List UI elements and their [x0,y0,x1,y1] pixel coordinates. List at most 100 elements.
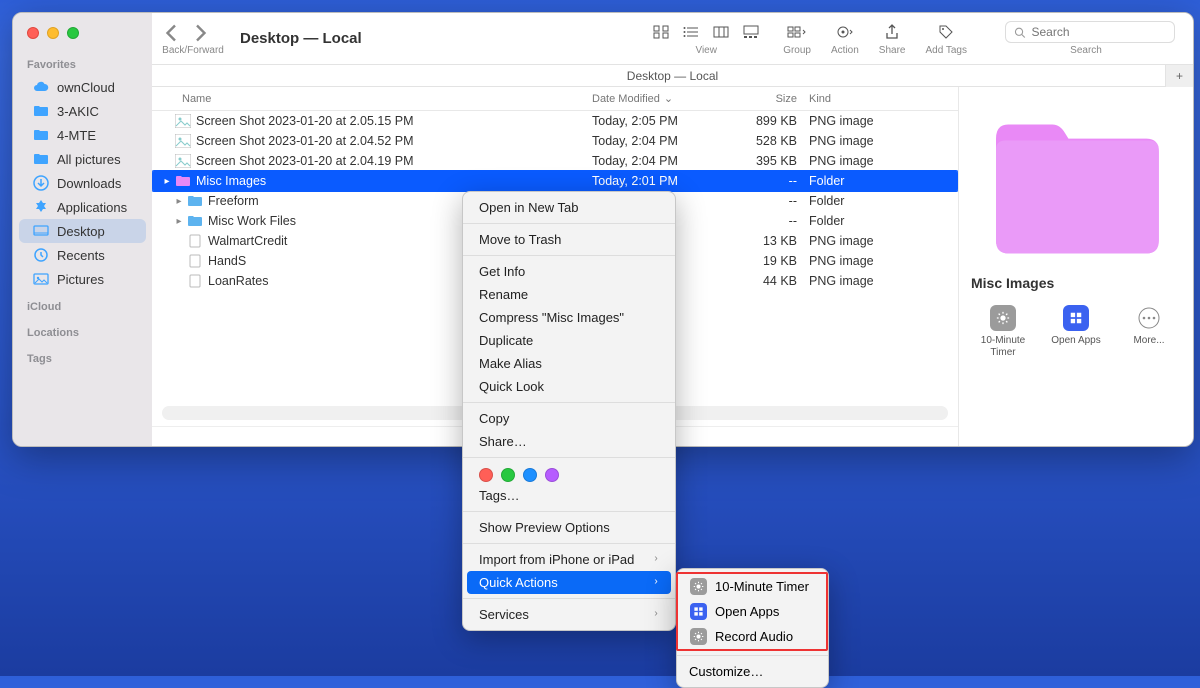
disclosure-triangle-icon[interactable]: ▸ [160,176,174,187]
gear-icon [690,578,707,595]
sidebar-item-applications[interactable]: Applications [19,195,146,219]
search-label: Search [1070,45,1102,56]
sidebar-item-label: 4-MTE [57,128,96,143]
cm-share[interactable]: Share… [463,430,675,453]
file-row[interactable]: ▸Screen Shot 2023-01-20 at 2.04.19 PMTod… [152,151,958,171]
tag-color-swatch[interactable] [545,468,559,482]
view-column-button[interactable] [709,21,733,43]
search-box[interactable] [1005,21,1175,43]
sidebar-section-tags: Tags [13,343,152,369]
file-row[interactable]: ▸Screen Shot 2023-01-20 at 2.04.52 PMTod… [152,131,958,151]
cm-duplicate[interactable]: Duplicate [463,329,675,352]
search-input[interactable] [1032,25,1167,39]
sidebar-item-label: Applications [57,200,127,215]
chevron-right-icon: › [653,577,659,588]
path-bar: Desktop — Local + [152,65,1193,87]
col-size-header[interactable]: Size [727,93,809,105]
back-button[interactable] [160,21,184,45]
sidebar-item-label: Pictures [57,272,104,287]
tags-button[interactable] [934,21,958,43]
cm-services[interactable]: Services› [463,603,675,626]
sidebar-item-3-akic[interactable]: 3-AKIC [19,99,146,123]
action-button[interactable] [833,21,857,43]
file-icon [174,113,192,129]
view-icon-button[interactable] [649,21,673,43]
file-kind: Folder [809,214,958,228]
qa-more[interactable]: More... [1119,305,1179,359]
tag-color-swatch[interactable] [523,468,537,482]
minimize-window-button[interactable] [47,27,59,39]
cm-rename[interactable]: Rename [463,283,675,306]
zoom-window-button[interactable] [67,27,79,39]
cm-open-new-tab[interactable]: Open in New Tab [463,196,675,219]
file-date: Today, 2:04 PM [592,154,727,168]
cm-quick-look[interactable]: Quick Look [463,375,675,398]
file-size: 13 KB [727,234,809,248]
sidebar-section-icloud: iCloud [13,291,152,317]
cm-import-iphone[interactable]: Import from iPhone or iPad› [463,548,675,571]
sidebar-item-label: All pictures [57,152,121,167]
preview-quick-actions: 10-Minute Timer Open Apps More... [969,305,1183,359]
file-kind: PNG image [809,134,958,148]
file-icon [186,213,204,229]
cm-move-to-trash[interactable]: Move to Trash [463,228,675,251]
close-window-button[interactable] [27,27,39,39]
cm-quick-actions[interactable]: Quick Actions› [467,571,671,594]
sidebar-item-all-pictures[interactable]: All pictures [19,147,146,171]
file-size: 395 KB [727,154,809,168]
disclosure-triangle-icon[interactable]: ▸ [172,196,186,207]
file-icon [186,233,204,249]
file-date: Today, 2:01 PM [592,174,727,188]
col-kind-header[interactable]: Kind [809,93,958,105]
sm-10-minute-timer[interactable]: 10-Minute Timer [678,574,826,599]
file-name: Screen Shot 2023-01-20 at 2.05.15 PM [196,114,592,128]
sidebar-item-recents[interactable]: Recents [19,243,146,267]
share-button[interactable] [880,21,904,43]
group-button[interactable] [785,21,809,43]
tags-label: Add Tags [925,45,967,56]
cm-preview-options[interactable]: Show Preview Options [463,516,675,539]
cm-make-alias[interactable]: Make Alias [463,352,675,375]
sidebar-item-4-mte[interactable]: 4-MTE [19,123,146,147]
forward-button[interactable] [188,21,212,45]
traffic-lights [13,21,152,49]
sidebar-item-owncloud[interactable]: ownCloud [19,75,146,99]
qa-open-apps[interactable]: Open Apps [1046,305,1106,359]
tag-color-swatch[interactable] [501,468,515,482]
cm-sep [463,255,675,256]
context-menu: Open in New Tab Move to Trash Get Info R… [462,191,676,631]
cm-sep [463,402,675,403]
view-list-button[interactable] [679,21,703,43]
tag-color-swatch[interactable] [479,468,493,482]
file-kind: Folder [809,174,958,188]
disclosure-triangle-icon[interactable]: ▸ [172,216,186,227]
nav-label: Back/Forward [162,45,224,56]
view-gallery-button[interactable] [739,21,763,43]
qa-timer[interactable]: 10-Minute Timer [973,305,1033,359]
sidebar-item-downloads[interactable]: Downloads [19,171,146,195]
cm-tags[interactable]: Tags… [463,484,675,507]
file-kind: PNG image [809,114,958,128]
cm-get-info[interactable]: Get Info [463,260,675,283]
sm-customize[interactable]: Customize… [677,660,828,683]
share-label: Share [879,45,906,56]
action-label: Action [831,45,859,56]
cm-copy[interactable]: Copy [463,407,675,430]
sm-record-audio[interactable]: Record Audio [678,624,826,649]
cm-compress[interactable]: Compress "Misc Images" [463,306,675,329]
folder-icon [33,103,49,119]
sidebar-item-pictures[interactable]: Pictures [19,267,146,291]
sidebar-item-desktop[interactable]: Desktop [19,219,146,243]
file-icon [174,173,192,189]
file-kind: PNG image [809,154,958,168]
col-name-header[interactable]: Name [182,93,592,105]
new-tab-button[interactable]: + [1165,65,1193,87]
sm-open-apps[interactable]: Open Apps [678,599,826,624]
search-icon [1014,26,1026,39]
col-date-header[interactable]: Date Modified⌄ [592,92,727,106]
path-text: Desktop — Local [627,69,718,83]
file-row[interactable]: ▸Misc ImagesToday, 2:01 PM--Folder [152,171,958,191]
window-title: Desktop — Local [240,30,362,47]
file-row[interactable]: ▸Screen Shot 2023-01-20 at 2.05.15 PMTod… [152,111,958,131]
file-size: -- [727,174,809,188]
